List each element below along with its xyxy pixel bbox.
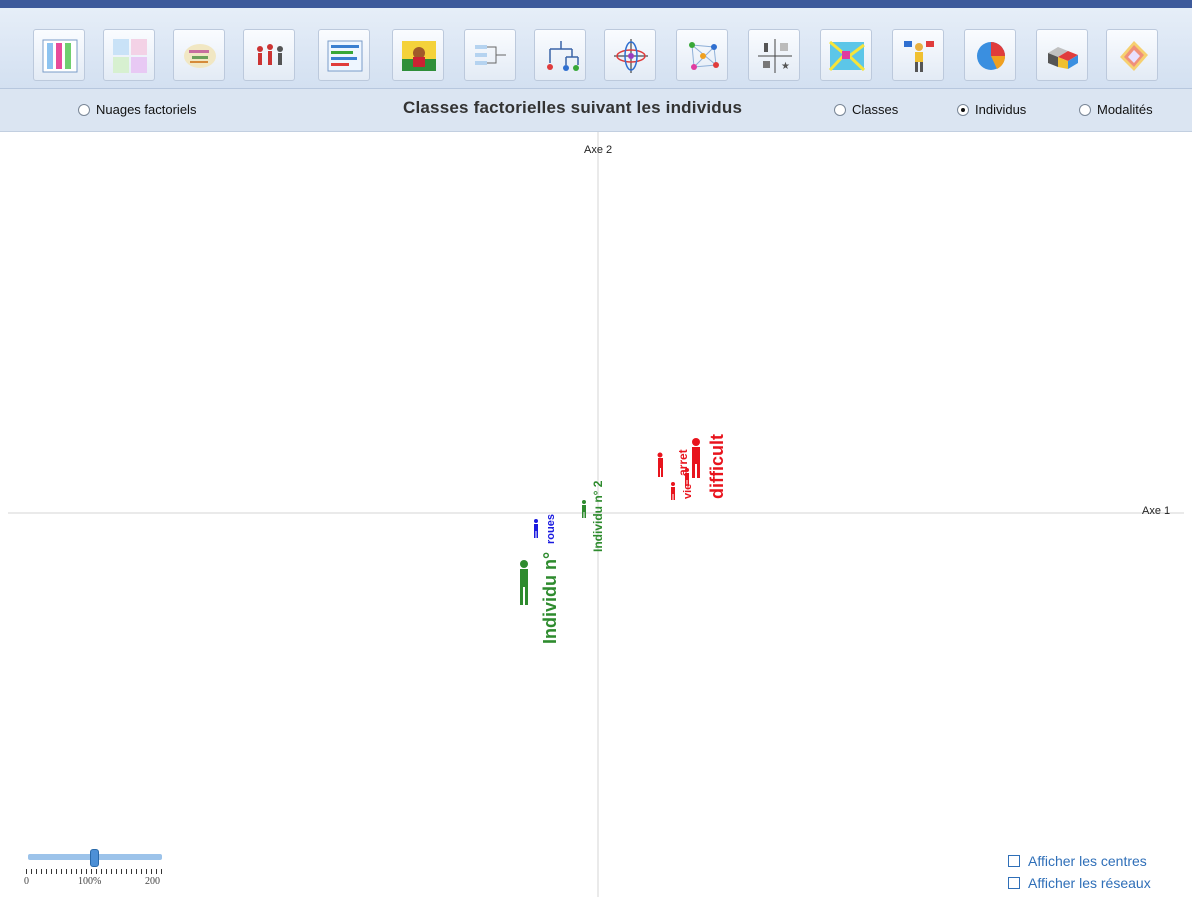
tables-icon (42, 39, 78, 73)
cubes-button[interactable] (1036, 29, 1088, 81)
view-title: Classes factorielles suivant les individ… (403, 98, 743, 117)
quadrant-icon: ★ (758, 39, 792, 73)
figure-group-blue (534, 519, 538, 538)
image-icon (402, 41, 436, 71)
map-button[interactable] (820, 29, 872, 81)
reseaux-label: Afficher les réseaux (1028, 875, 1151, 891)
tables-button[interactable] (33, 29, 85, 81)
figure-red-vie (671, 482, 675, 500)
modalites-radio-circle[interactable] (1079, 103, 1091, 116)
point-label-individu: Individu n° (540, 551, 560, 644)
cubes-icon (1048, 47, 1078, 69)
point-label-roues: roues (545, 514, 557, 544)
nuages-radio-circle[interactable] (78, 103, 90, 116)
nuages-factoriels-radio[interactable]: Nuages factoriels (78, 102, 196, 117)
classes-label: Classes (852, 102, 899, 117)
axis-2-label: Axe 2 (584, 144, 613, 156)
figure-blue-roues (534, 519, 538, 538)
book-icon (1120, 41, 1148, 71)
zoom-mid-label: 100% (78, 876, 102, 887)
network-button[interactable] (676, 29, 728, 81)
zoom-slider-thumb[interactable] (90, 849, 99, 867)
classes-radio[interactable]: Classes (834, 102, 898, 117)
network-icon (689, 42, 719, 70)
figure-green-individu-2 (582, 500, 586, 518)
classes-radio-circle[interactable] (834, 103, 846, 116)
zoom-slider-ticks (26, 869, 166, 874)
point-label-vie: vie (682, 483, 694, 499)
individus-label: Individus (975, 102, 1027, 117)
zoom-min-label: 0 (24, 876, 29, 887)
text-lines-button[interactable] (318, 29, 370, 81)
point-label-arret: arret (676, 449, 690, 476)
factor-plot[interactable]: Axe 2 Axe 1 difficult arret vie Individu… (8, 132, 1184, 897)
centres-checkbox-box[interactable] (1008, 855, 1020, 867)
zoom-slider[interactable]: 0 100% 200 (24, 849, 166, 890)
presenter-button[interactable] (892, 29, 944, 81)
quadrant-button[interactable]: ★ (748, 29, 800, 81)
zoom-max-label: 200 (145, 876, 160, 887)
figure-red-1 (657, 452, 663, 477)
point-label-individu-2: Individu n° 2 (591, 480, 605, 552)
presenter-icon (904, 41, 934, 72)
flow-button[interactable] (464, 29, 516, 81)
toolbar: ★ (0, 8, 1192, 89)
individus-radio-circle[interactable] (957, 103, 969, 116)
word-cloud-icon (184, 44, 216, 68)
reseaux-checkbox-box[interactable] (1008, 877, 1020, 889)
dashboard-button[interactable] (103, 29, 155, 81)
axis-1-label: Axe 1 (1142, 505, 1171, 517)
text-lines-icon (327, 40, 363, 72)
image-button[interactable] (392, 29, 444, 81)
options-bar: Nuages factoriels Classes factorielles s… (0, 89, 1192, 132)
individus-radio[interactable]: Individus (957, 102, 1026, 117)
book-button[interactable] (1106, 29, 1158, 81)
modalites-radio[interactable]: Modalités (1079, 102, 1153, 117)
factor-axes-button[interactable] (604, 29, 656, 81)
pie-button[interactable] (964, 29, 1016, 81)
flow-icon (475, 45, 506, 65)
factor-axes-icon (614, 39, 648, 73)
people-icon (257, 44, 283, 65)
dashboard-icon (113, 39, 147, 73)
centres-label: Afficher les centres (1028, 853, 1147, 869)
pie-icon (977, 42, 1006, 70)
afficher-reseaux-checkbox[interactable]: Afficher les réseaux (1008, 875, 1151, 891)
window-titlebar (0, 0, 1192, 8)
nuages-factoriels-label: Nuages factoriels (96, 102, 197, 117)
figure-green-individu (520, 560, 528, 605)
figure-red-difficult (692, 438, 700, 478)
map-icon (828, 40, 866, 72)
word-cloud-button[interactable] (173, 29, 225, 81)
dendrogram-icon (547, 41, 579, 71)
dendrogram-button[interactable] (534, 29, 586, 81)
people-button[interactable] (243, 29, 295, 81)
point-label-difficult: difficult (707, 434, 727, 499)
svg-text:★: ★ (781, 61, 790, 72)
modalites-label: Modalités (1097, 102, 1153, 117)
afficher-centres-checkbox[interactable]: Afficher les centres (1008, 853, 1147, 869)
